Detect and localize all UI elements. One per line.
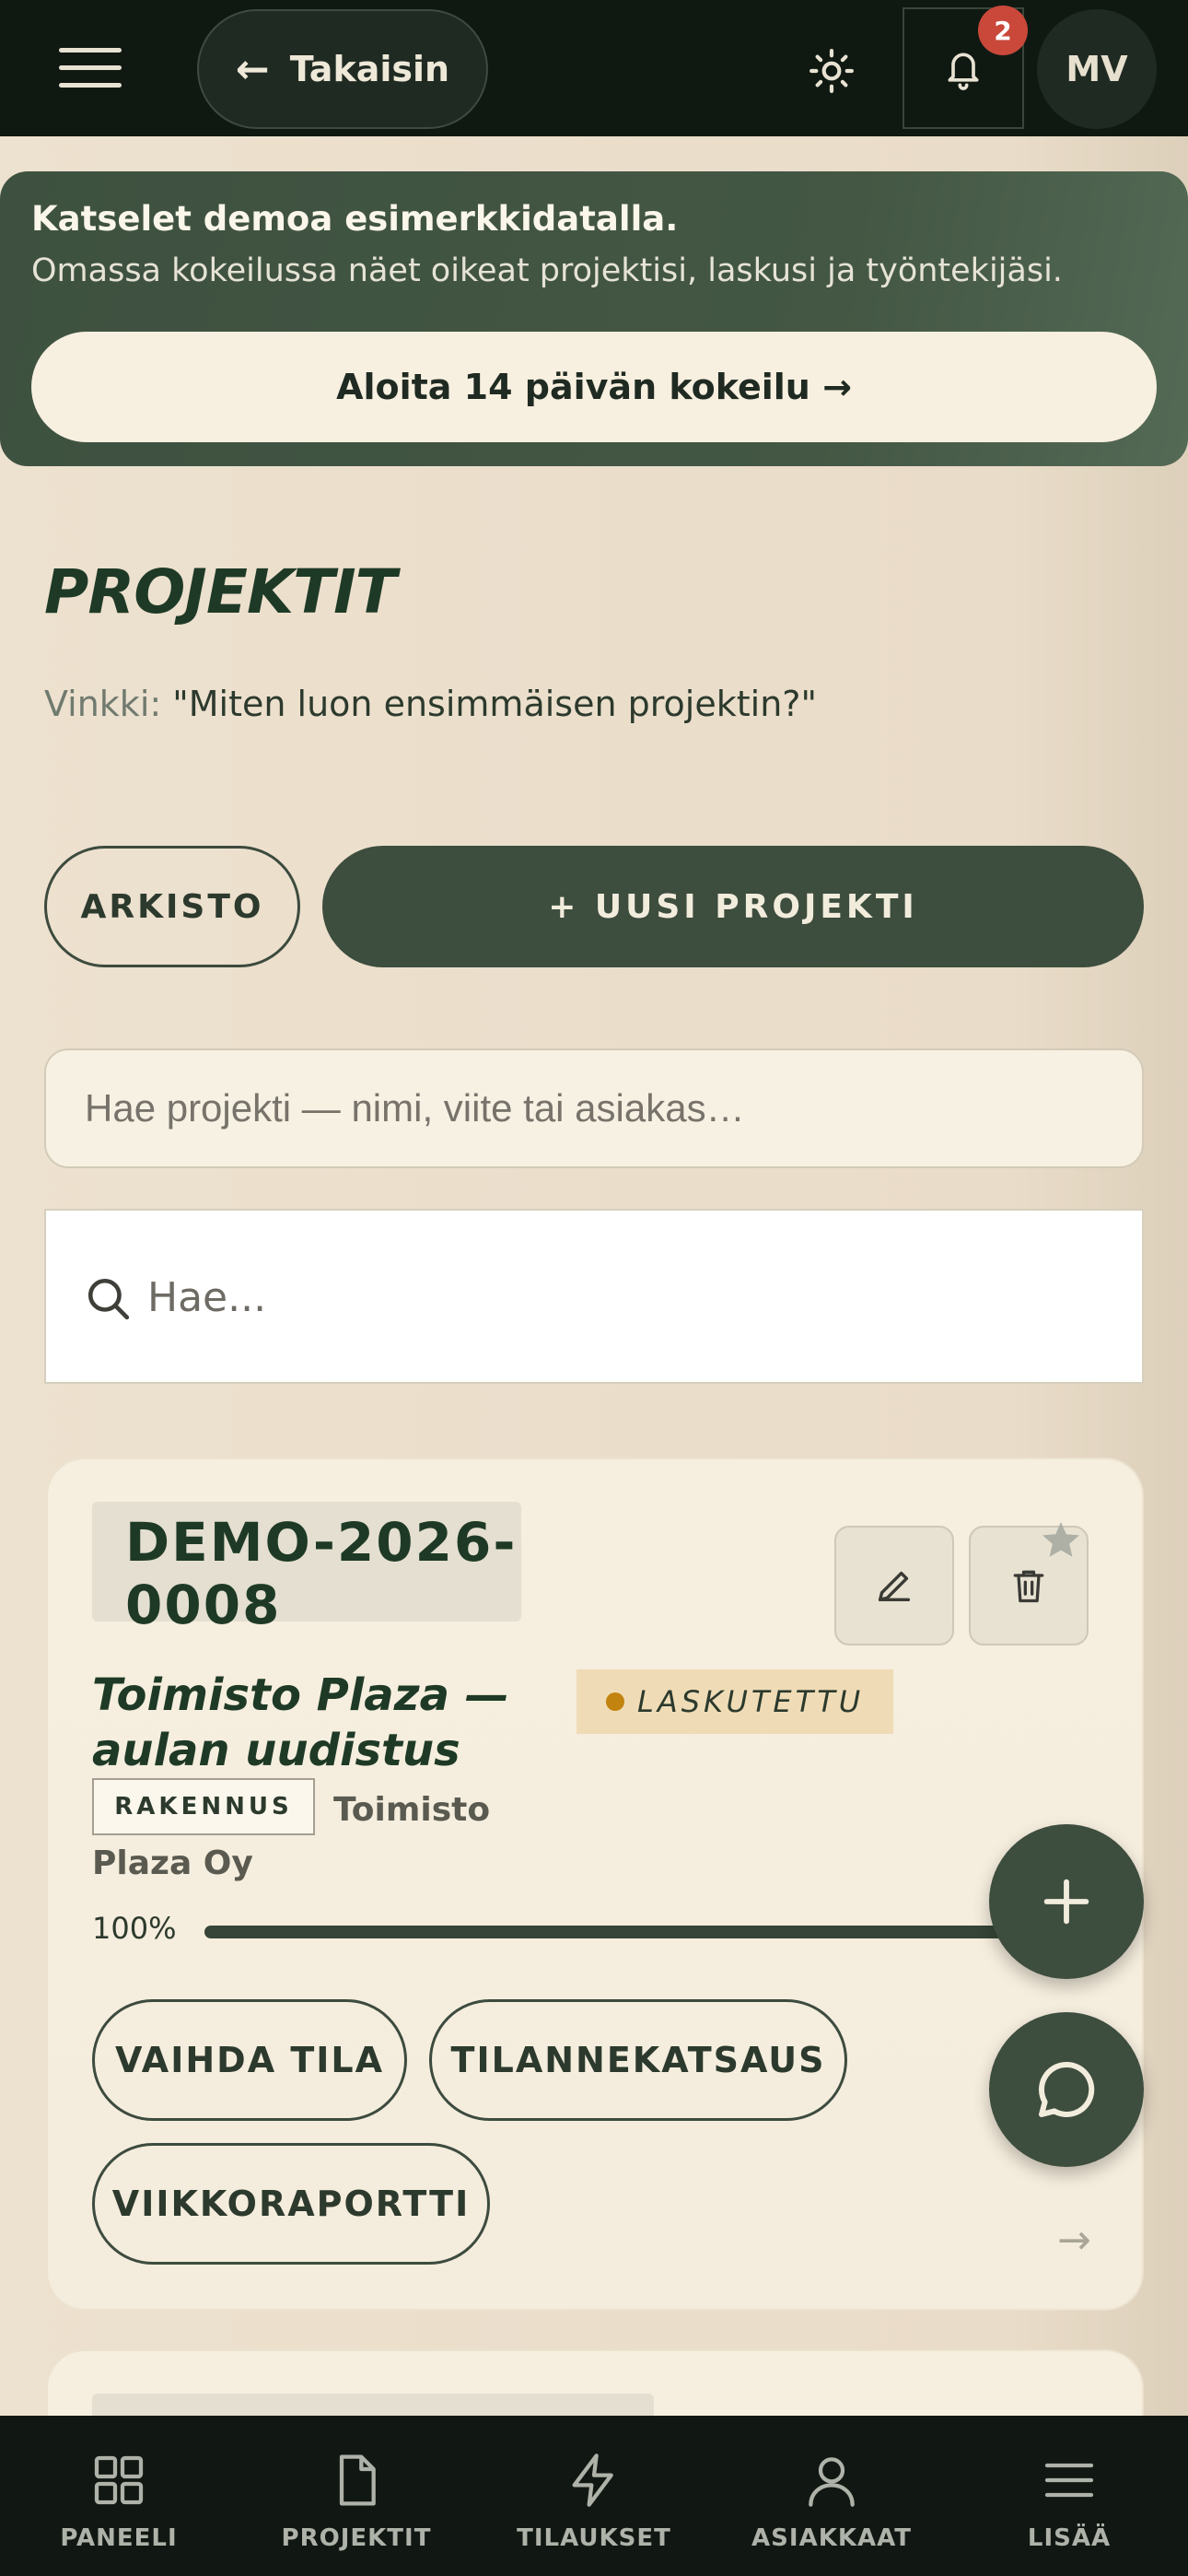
nav-item-orders[interactable]: TILAUKSET [475,2416,713,2576]
notification-count-badge: 2 [978,6,1028,55]
weekly-report-button[interactable]: VIIKKORAPORTTI [92,2143,490,2265]
tip-question[interactable]: "Miten luon ensimmäisen projektin?" [172,684,817,724]
nav-item-label: LISÄÄ [1027,2524,1112,2552]
menu-icon [1044,2463,1094,2498]
user-icon [809,2457,855,2507]
arrow-left-icon: ← [235,45,270,93]
start-trial-button[interactable]: Aloita 14 päivän kokeilu → [31,332,1157,442]
project-type-tag: RAKENNUS [92,1778,315,1835]
pencil-icon [878,1571,911,1602]
edit-project-button[interactable] [834,1526,954,1645]
nav-item-label: TILAUKSET [517,2524,671,2552]
demo-banner: Katselet demoa esimerkkidatalla. Omassa … [0,171,1188,466]
demo-banner-title: Katselet demoa esimerkkidatalla. [31,199,679,239]
hamburger-menu-icon[interactable] [59,48,122,88]
demo-banner-text: Omassa kokeilussa näet oikeat projektisi… [31,252,1063,289]
chat-fab-button[interactable] [989,2012,1144,2167]
add-fab-button[interactable] [989,1824,1144,1979]
nav-item-projects[interactable]: PROJEKTIT [238,2416,475,2576]
status-badge: LASKUTETTU [577,1669,893,1734]
new-project-button[interactable]: + UUSI PROJEKTI [322,846,1144,967]
user-avatar[interactable]: MV [1037,9,1157,129]
back-button-label: Takaisin [289,49,450,89]
nav-item-label: PROJEKTIT [281,2524,432,2552]
status-overview-button[interactable]: TILANNEKATSAUS [429,1999,847,2121]
page-title: PROJEKTIT [44,556,397,627]
archive-button[interactable]: ARKISTO [44,846,300,967]
search-input[interactable] [147,1260,1105,1334]
nav-item-label: PANEELI [60,2524,178,2552]
top-bar: ← Takaisin 2 MV [0,0,1188,136]
tip-text[interactable]: Vinkki: "Miten luon ensimmäisen projekti… [44,684,817,724]
plus-icon [1043,1879,1089,1925]
nav-item-dashboard[interactable]: PANEELI [0,2416,238,2576]
nav-item-label: ASIAKKAAT [751,2524,912,2552]
search-box[interactable] [44,1209,1144,1384]
tip-label: Vinkki: [44,684,162,724]
nav-item-more[interactable]: LISÄÄ [950,2416,1188,2576]
document-icon [339,2454,376,2506]
favorite-star-icon[interactable] [1039,1518,1083,1563]
lightning-icon [572,2453,613,2507]
open-project-arrow-icon[interactable]: → [1057,2217,1091,2264]
back-button[interactable]: ← Takaisin [197,9,488,129]
status-label: LASKUTETTU [637,1684,865,1719]
trash-icon [1013,1570,1044,1603]
grid-icon [94,2455,144,2505]
project-card[interactable]: DEMO-2026-0008 Toimisto Plaza — aulan uu… [46,1458,1144,2311]
project-reference: DEMO-2026-0008 [92,1502,521,1636]
nav-item-customers[interactable]: ASIAKKAAT [713,2416,950,2576]
project-title[interactable]: Toimisto Plaza — aulan uudistus [92,1668,553,1778]
project-search-input[interactable] [44,1048,1144,1168]
progress-fill [204,1926,1089,1938]
change-status-button[interactable]: VAIHDA TILA [92,1999,407,2121]
bell-icon [948,53,979,90]
search-icon [87,1278,130,1320]
progress-bar [204,1926,1089,1938]
status-dot [606,1692,624,1711]
chat-bubble-icon [1039,2061,1095,2117]
sun-icon[interactable] [809,48,855,94]
bottom-navigation: PANEELI PROJEKTIT TILAUKSET ASIAKKAAT LI… [0,2416,1188,2576]
progress-label: 100% [92,1911,177,1946]
